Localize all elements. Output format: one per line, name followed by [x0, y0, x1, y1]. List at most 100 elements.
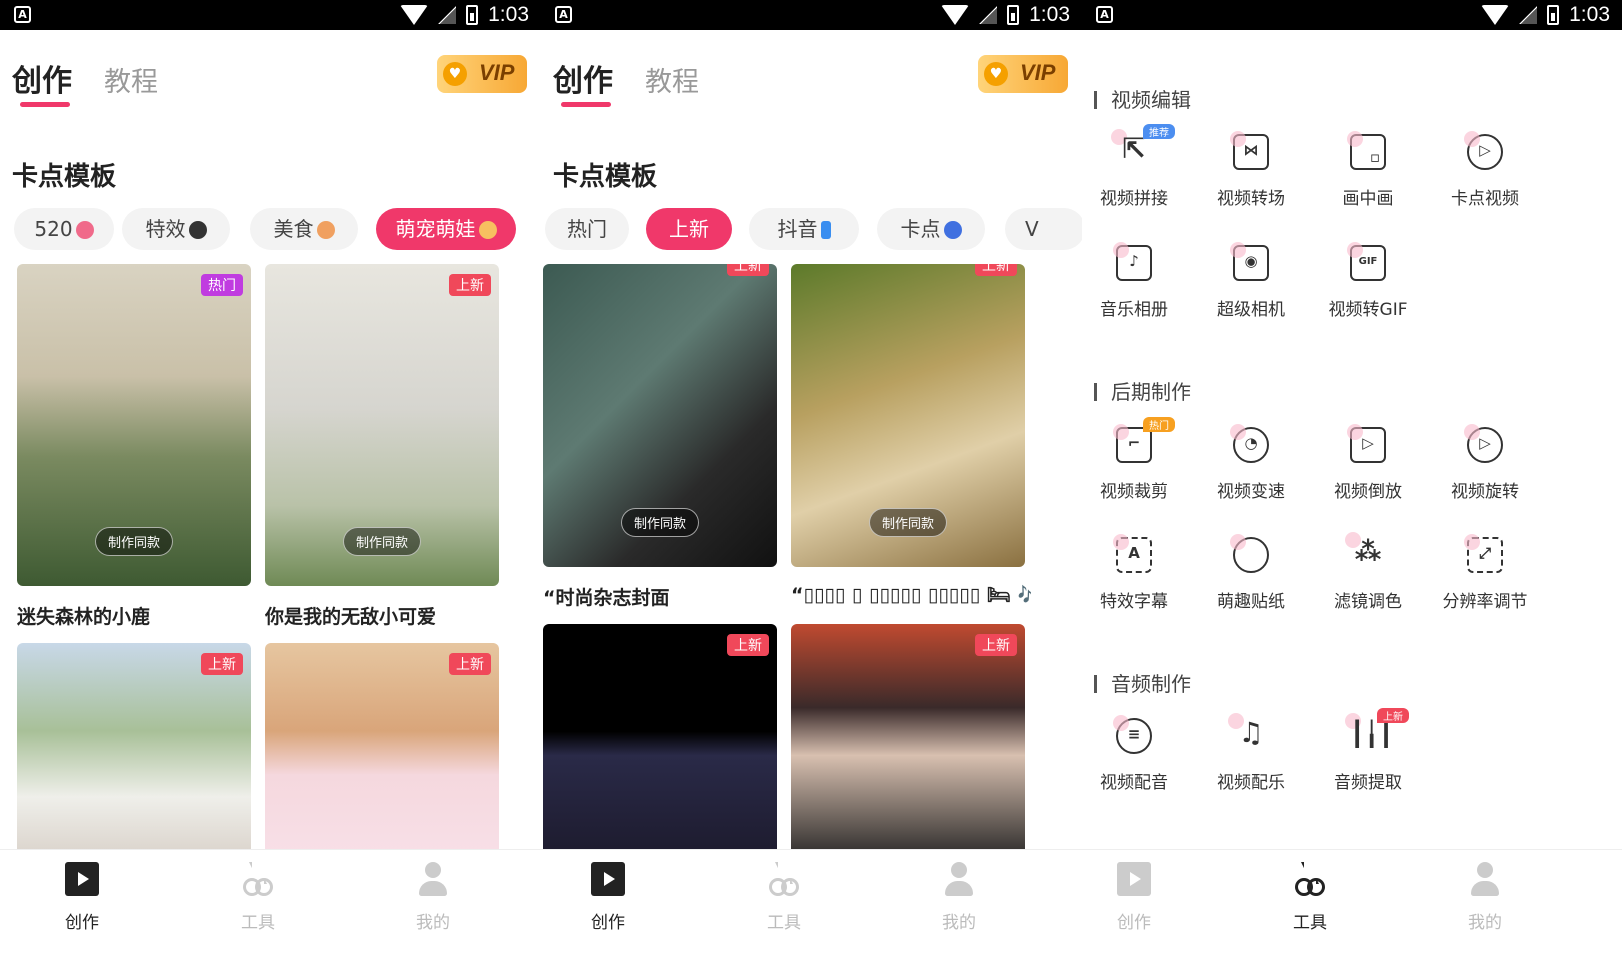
- tab-create[interactable]: 创作: [553, 56, 613, 107]
- section-title: 卡点模板: [12, 162, 117, 192]
- scissors-icon: [241, 862, 275, 896]
- new-badge: 上新: [201, 653, 243, 675]
- card-title: 迷失森林的小鹿: [17, 606, 151, 628]
- bottom-nav: 创作 工具 我的: [1082, 849, 1622, 959]
- notification-icon: A: [14, 6, 31, 23]
- template-card[interactable]: 上新 制作同款: [265, 264, 499, 586]
- template-card[interactable]: 上新: [791, 624, 1025, 863]
- vip-button[interactable]: ♥ VIP: [978, 55, 1068, 93]
- tab-tutorial[interactable]: 教程: [104, 60, 158, 99]
- tool-video-reverse[interactable]: ▷ 视频倒放: [1313, 424, 1423, 502]
- tool-music-album[interactable]: ♪ 音乐相册: [1082, 242, 1189, 320]
- tool-resolution[interactable]: ⤢ 分辨率调节: [1430, 534, 1540, 612]
- food-bowl-icon: [316, 221, 335, 239]
- tool-filter[interactable]: ⁂ 滤镜调色: [1313, 532, 1423, 612]
- template-card[interactable]: 上新 制作同款: [543, 264, 777, 567]
- speed-icon: ◔: [1230, 424, 1269, 463]
- tool-beat-video[interactable]: ▷ 卡点视频: [1430, 131, 1540, 209]
- tool-effect-subtitle[interactable]: A 特效字幕: [1082, 534, 1189, 612]
- tool-video-merge[interactable]: ⇱ 推荐 视频拼接: [1082, 124, 1189, 209]
- tool-background-music[interactable]: ♫ 视频配乐: [1196, 713, 1306, 793]
- make-same-button[interactable]: 制作同款: [94, 527, 174, 556]
- chip-douyin[interactable]: 抖音: [749, 208, 859, 250]
- music-note-emoji-icon: [943, 221, 962, 239]
- screen-create-cute: A 1:03 创作 教程 ♥ VIP 卡点模板 520 特效 美食 萌宠萌娃 热…: [0, 0, 541, 959]
- signal-icon: [1519, 6, 1538, 24]
- phone-emoji-icon: [820, 221, 831, 239]
- signal-icon: [438, 6, 457, 24]
- filter-icon: ⁂: [1345, 532, 1386, 573]
- tab-tutorial[interactable]: 教程: [645, 60, 699, 99]
- template-card[interactable]: 上新: [265, 643, 499, 863]
- new-badge: 上新: [975, 264, 1017, 276]
- chip-hot[interactable]: 热门: [545, 208, 629, 250]
- template-card[interactable]: 热门 制作同款: [17, 264, 251, 586]
- tool-video-rotate[interactable]: ▷ 视频旋转: [1430, 424, 1540, 502]
- section-post-production: 后期制作: [1094, 376, 1191, 405]
- template-card[interactable]: 上新 制作同款: [791, 264, 1025, 567]
- chip-food[interactable]: 美食: [250, 208, 358, 250]
- reverse-icon: ▷: [1347, 424, 1386, 463]
- chip-beat[interactable]: 卡点: [877, 208, 985, 250]
- scissors-icon: [1293, 862, 1327, 896]
- tool-video-speed[interactable]: ◔ 视频变速: [1196, 424, 1306, 502]
- tool-video-to-gif[interactable]: GIF 视频转GIF: [1313, 242, 1423, 320]
- tool-video-transition[interactable]: ⋈ 视频转场: [1196, 131, 1306, 209]
- rotate-icon: ▷: [1464, 424, 1503, 463]
- nav-tools[interactable]: 工具: [218, 862, 298, 933]
- battery-icon: [1547, 5, 1560, 25]
- crop-icon: ⌐: [1113, 424, 1152, 463]
- nav-tools[interactable]: 工具: [744, 862, 824, 933]
- chip-new[interactable]: 上新: [646, 208, 732, 250]
- wifi-icon: [1481, 5, 1510, 25]
- section-video-edit: 视频编辑: [1094, 84, 1191, 113]
- new-badge: 上新: [449, 653, 491, 675]
- pip-icon: ▫: [1347, 131, 1386, 170]
- make-same-button[interactable]: 制作同款: [868, 508, 948, 537]
- bottom-nav: 创作 工具 我的: [0, 849, 541, 959]
- nav-tools[interactable]: 工具: [1270, 862, 1350, 933]
- tool-audio-extract[interactable]: ┃╽┃ 上新 音频提取: [1313, 708, 1423, 793]
- nav-create[interactable]: 创作: [42, 862, 122, 933]
- category-chips: 520 特效 美食 萌宠萌娃: [8, 208, 541, 250]
- clapper-play-icon: [1117, 862, 1151, 896]
- make-same-button[interactable]: 制作同款: [342, 527, 422, 556]
- tool-sticker[interactable]: 萌趣贴纸: [1196, 534, 1306, 612]
- vip-label: VIP: [479, 60, 515, 85]
- tool-super-camera[interactable]: ◉ 超级相机: [1196, 242, 1306, 320]
- vip-button[interactable]: ♥ VIP: [437, 55, 527, 93]
- heart-emoji-icon: [75, 221, 94, 239]
- nav-me[interactable]: 我的: [393, 862, 473, 933]
- tool-voiceover[interactable]: ≡ 视频配音: [1082, 715, 1189, 793]
- bottom-nav: 创作 工具 我的: [541, 849, 1082, 959]
- section-audio: 音频制作: [1094, 668, 1191, 697]
- hot-badge: 热门: [201, 274, 243, 296]
- template-card[interactable]: 上新: [17, 643, 251, 863]
- chip-v[interactable]: V: [1005, 208, 1082, 250]
- tool-video-crop[interactable]: ⌐ 热门 视频裁剪: [1082, 417, 1189, 502]
- section-title: 卡点模板: [553, 162, 658, 192]
- make-same-button[interactable]: 制作同款: [620, 508, 700, 537]
- new-badge: 上新: [449, 274, 491, 296]
- play-circle-icon: ▷: [1464, 131, 1503, 170]
- chip-520[interactable]: 520: [14, 208, 114, 250]
- clock: 1:03: [1569, 3, 1610, 26]
- user-icon: [942, 862, 976, 896]
- signal-icon: [979, 6, 998, 24]
- status-bar: A 1:03: [1082, 0, 1622, 30]
- recommend-badge: 推荐: [1143, 124, 1175, 139]
- chip-cute-pets[interactable]: 萌宠萌娃: [376, 208, 516, 250]
- card-title: 你是我的无敌小可爱: [265, 606, 437, 628]
- battery-icon: [1007, 5, 1020, 25]
- chip-effects[interactable]: 特效: [122, 208, 230, 250]
- tab-create[interactable]: 创作: [12, 56, 72, 107]
- card-title: “时尚杂志封面: [543, 587, 670, 609]
- tool-pip[interactable]: ▫ 画中画: [1313, 131, 1423, 209]
- heart-icon: ♥: [984, 62, 1008, 86]
- nav-create[interactable]: 创作: [568, 862, 648, 933]
- clock: 1:03: [1029, 3, 1070, 26]
- template-card[interactable]: 上新: [543, 624, 777, 863]
- nav-me[interactable]: 我的: [1445, 862, 1525, 933]
- nav-me[interactable]: 我的: [919, 862, 999, 933]
- nav-create[interactable]: 创作: [1094, 862, 1174, 933]
